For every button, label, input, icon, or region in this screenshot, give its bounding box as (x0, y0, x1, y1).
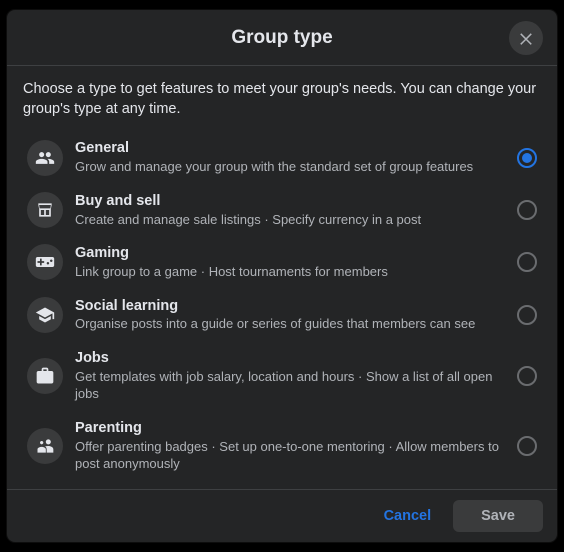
modal-footer: Cancel Save (7, 489, 557, 542)
close-icon (517, 29, 535, 47)
option-list: General Grow and manage your group with … (23, 131, 541, 480)
option-gaming[interactable]: Gaming Link group to a game · Host tourn… (23, 236, 541, 288)
option-desc: Link group to a game · Host tournaments … (75, 263, 505, 281)
family-icon (27, 428, 63, 464)
radio-social-learning[interactable] (517, 305, 537, 325)
option-desc: Organise posts into a guide or series of… (75, 315, 505, 333)
modal-header: Group type (7, 10, 557, 66)
option-text: General Grow and manage your group with … (75, 139, 505, 175)
people-icon (27, 140, 63, 176)
gamepad-icon (27, 244, 63, 280)
radio-jobs[interactable] (517, 366, 537, 386)
graduation-cap-icon (27, 297, 63, 333)
modal-body: Choose a type to get features to meet yo… (7, 66, 557, 489)
option-title: Gaming (75, 244, 505, 263)
radio-buy-and-sell[interactable] (517, 200, 537, 220)
option-desc: Get templates with job salary, location … (75, 368, 505, 403)
option-desc: Offer parenting badges · Set up one-to-o… (75, 438, 505, 473)
option-title: Jobs (75, 349, 505, 368)
option-text: Jobs Get templates with job salary, loca… (75, 349, 505, 403)
option-social-learning[interactable]: Social learning Organise posts into a gu… (23, 289, 541, 341)
option-title: Parenting (75, 419, 505, 438)
radio-parenting[interactable] (517, 436, 537, 456)
option-title: General (75, 139, 505, 158)
briefcase-icon (27, 358, 63, 394)
intro-text: Choose a type to get features to meet yo… (23, 80, 541, 119)
radio-general[interactable] (517, 148, 537, 168)
option-text: Social learning Organise posts into a gu… (75, 297, 505, 333)
close-button[interactable] (509, 21, 543, 55)
option-desc: Grow and manage your group with the stan… (75, 158, 505, 176)
option-parenting[interactable]: Parenting Offer parenting badges · Set u… (23, 411, 541, 481)
option-title: Buy and sell (75, 192, 505, 211)
save-button[interactable]: Save (453, 500, 543, 532)
group-type-modal: Group type Choose a type to get features… (7, 10, 557, 542)
cancel-button[interactable]: Cancel (370, 500, 446, 532)
option-buy-and-sell[interactable]: Buy and sell Create and manage sale list… (23, 184, 541, 236)
option-text: Gaming Link group to a game · Host tourn… (75, 244, 505, 280)
option-text: Buy and sell Create and manage sale list… (75, 192, 505, 228)
option-desc: Create and manage sale listings · Specif… (75, 211, 505, 229)
option-general[interactable]: General Grow and manage your group with … (23, 131, 541, 183)
radio-gaming[interactable] (517, 252, 537, 272)
modal-title: Group type (231, 27, 332, 49)
option-text: Parenting Offer parenting badges · Set u… (75, 419, 505, 473)
option-jobs[interactable]: Jobs Get templates with job salary, loca… (23, 341, 541, 411)
option-title: Social learning (75, 297, 505, 316)
store-icon (27, 192, 63, 228)
